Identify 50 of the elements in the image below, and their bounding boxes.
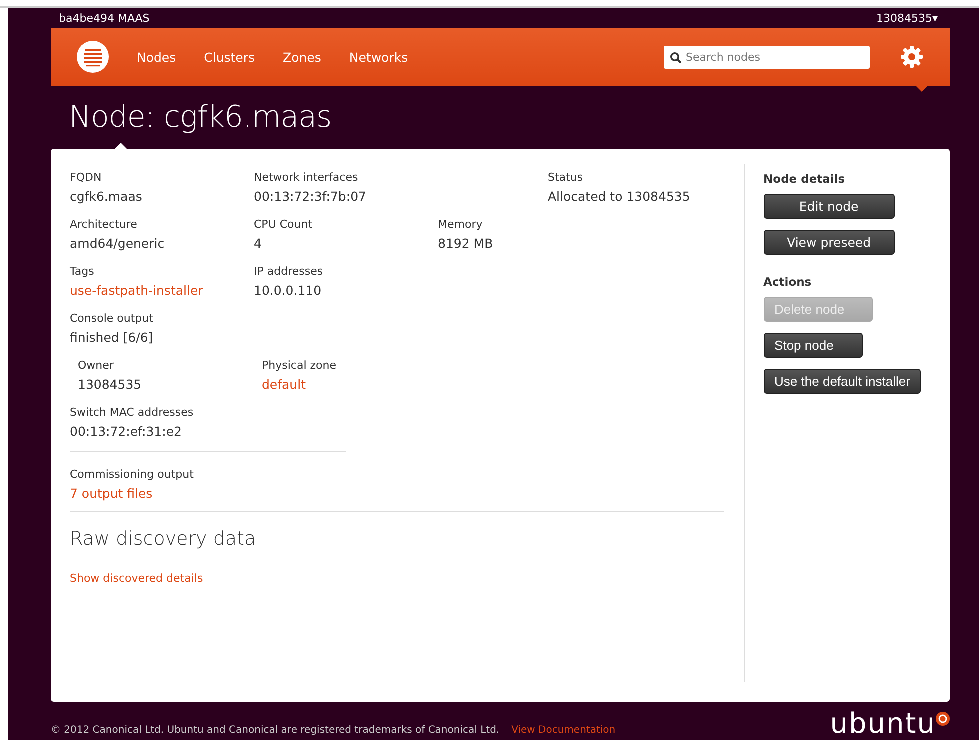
field-label: Status [548, 171, 584, 184]
field-label: Memory [438, 218, 484, 231]
field-value: finished [6/6] [70, 330, 154, 345]
field-label: FQDN [70, 171, 103, 184]
output-files-link[interactable]: 7 output files [70, 486, 724, 501]
copyright-text: © 2012 Canonical Ltd. Ubuntu and Canonical are registered trademarks of Canonical Ltd. [51, 725, 500, 736]
field-link[interactable]: use-fastpath-installer [70, 283, 254, 298]
field-label: Physical zone [262, 359, 338, 372]
field-value: amd64/generic [70, 236, 166, 251]
field-value: 00:13:72:ef:31:e2 [70, 424, 183, 439]
field-label: IP addresses [254, 265, 324, 278]
circle-of-friends-icon [936, 712, 950, 726]
field-value: Allocated to 13084535 [548, 189, 692, 204]
nav-link[interactable]: Networks [349, 50, 408, 64]
page-title: Node: cgfk6.maas [69, 100, 332, 135]
field-link[interactable]: default [262, 377, 446, 392]
ubuntu-logo: ubuntu [830, 712, 936, 736]
field-label: Switch MAC addresses [70, 406, 195, 419]
field-value: 10.0.0.110 [254, 283, 323, 298]
field-label: Tags [70, 265, 96, 278]
field-value: 8192 MB [438, 236, 494, 251]
field-value: 00:13:72:3f:7b:07 [254, 189, 368, 204]
documentation-link[interactable]: View Documentation [512, 725, 616, 736]
site-name: ba4be494 MAAS [59, 12, 150, 24]
menu-logo-icon[interactable] [77, 41, 109, 73]
action-button[interactable]: Edit node [764, 194, 895, 219]
section-heading: Raw discovery data [70, 528, 258, 550]
field-label: Owner [78, 359, 115, 372]
field-value: cgfk6.maas [70, 189, 144, 204]
field-label: Architecture [70, 218, 138, 231]
action-button[interactable]: Use the default installer [764, 369, 922, 394]
search-field[interactable]: Search nodes [664, 46, 870, 68]
search-icon [670, 52, 682, 64]
sidebar-heading: Node details [764, 172, 846, 186]
show-details-link[interactable]: Show discovered details [70, 572, 204, 585]
sidebar-heading: Actions [764, 275, 813, 289]
user-menu[interactable]: 13084535▾ [876, 12, 938, 24]
nav-link[interactable]: Zones [283, 50, 322, 64]
nav-link[interactable]: Clusters [204, 50, 256, 64]
action-button[interactable]: View preseed [764, 230, 895, 255]
settings-icon[interactable] [900, 45, 924, 69]
field-value: 13084535 [78, 377, 143, 392]
field-label: CPU Count [254, 218, 314, 231]
pointer-notch [916, 86, 928, 92]
field-label: Console output [70, 312, 154, 325]
field-label: Network interfaces [254, 171, 360, 184]
action-button[interactable]: Stop node [764, 333, 863, 358]
field-label: Commissioning output [70, 468, 195, 481]
nav-link[interactable]: Nodes [137, 50, 176, 64]
field-value: 4 [254, 236, 263, 251]
